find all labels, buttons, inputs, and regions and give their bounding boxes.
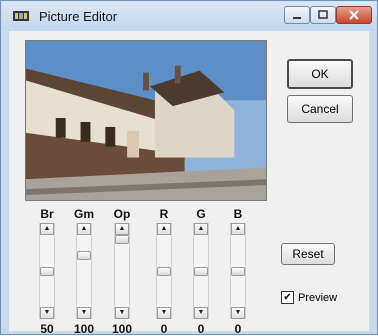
slider-label-r: R [159,207,169,221]
preview-image [25,40,267,201]
maximize-button[interactable] [310,6,336,24]
scroll-down-arrow-icon[interactable]: ▼ [231,307,245,319]
scroll-up-arrow-icon[interactable]: ▲ [115,223,129,235]
slider-r[interactable]: ▲ ▼ [156,223,172,319]
slider-label-op: Op [113,207,131,221]
slider-thumb[interactable] [77,251,91,260]
dialog-client-area: OK Cancel Reset ✔ Preview Br ▲ ▼ 50 Gm ▲ ▼ 100 O… [9,31,369,336]
slider-value-gm: 100 [73,322,95,336]
scroll-down-arrow-icon[interactable]: ▼ [40,307,54,319]
slider-thumb[interactable] [40,267,54,276]
film-strip-icon [13,11,29,21]
slider-value-r: 0 [160,322,168,336]
window-title: Picture Editor [39,9,118,24]
slider-label-g: G [196,207,206,221]
slider-value-br: 50 [40,322,54,336]
slider-thumb[interactable] [194,267,208,276]
scroll-down-arrow-icon[interactable]: ▼ [115,307,129,319]
title-bar[interactable]: Picture Editor [1,1,377,31]
scroll-down-arrow-icon[interactable]: ▼ [77,307,91,319]
reset-button[interactable]: Reset [281,243,335,265]
picture-editor-window: Picture Editor OK Cancel Reset ✔ Preview… [0,0,378,336]
preview-checkbox[interactable]: ✔ Preview [281,291,337,304]
maximize-icon [318,10,328,19]
scroll-down-arrow-icon[interactable]: ▼ [157,307,171,319]
slider-label-b: B [233,207,243,221]
slider-thumb[interactable] [115,235,129,244]
scroll-up-arrow-icon[interactable]: ▲ [157,223,171,235]
slider-value-b: 0 [234,322,242,336]
close-button[interactable] [336,6,372,24]
slider-br[interactable]: ▲ ▼ [39,223,55,319]
slider-value-g: 0 [197,322,205,336]
scroll-up-arrow-icon[interactable]: ▲ [77,223,91,235]
slider-op[interactable]: ▲ ▼ [114,223,130,319]
scroll-up-arrow-icon[interactable]: ▲ [40,223,54,235]
minimize-button[interactable] [284,6,310,24]
scroll-down-arrow-icon[interactable]: ▼ [194,307,208,319]
close-icon [349,10,359,20]
slider-label-gm: Gm [73,207,94,221]
scroll-up-arrow-icon[interactable]: ▲ [231,223,245,235]
ok-button[interactable]: OK [287,59,353,89]
slider-gm[interactable]: ▲ ▼ [76,223,92,319]
slider-value-op: 100 [111,322,133,336]
slider-thumb[interactable] [231,267,245,276]
slider-thumb[interactable] [157,267,171,276]
slider-g[interactable]: ▲ ▼ [193,223,209,319]
checkmark-icon[interactable]: ✔ [281,291,294,304]
scroll-up-arrow-icon[interactable]: ▲ [194,223,208,235]
minimize-icon [293,17,301,19]
preview-checkbox-label: Preview [298,291,338,304]
slider-b[interactable]: ▲ ▼ [230,223,246,319]
cancel-button[interactable]: Cancel [287,95,353,123]
slider-label-br: Br [40,207,54,221]
